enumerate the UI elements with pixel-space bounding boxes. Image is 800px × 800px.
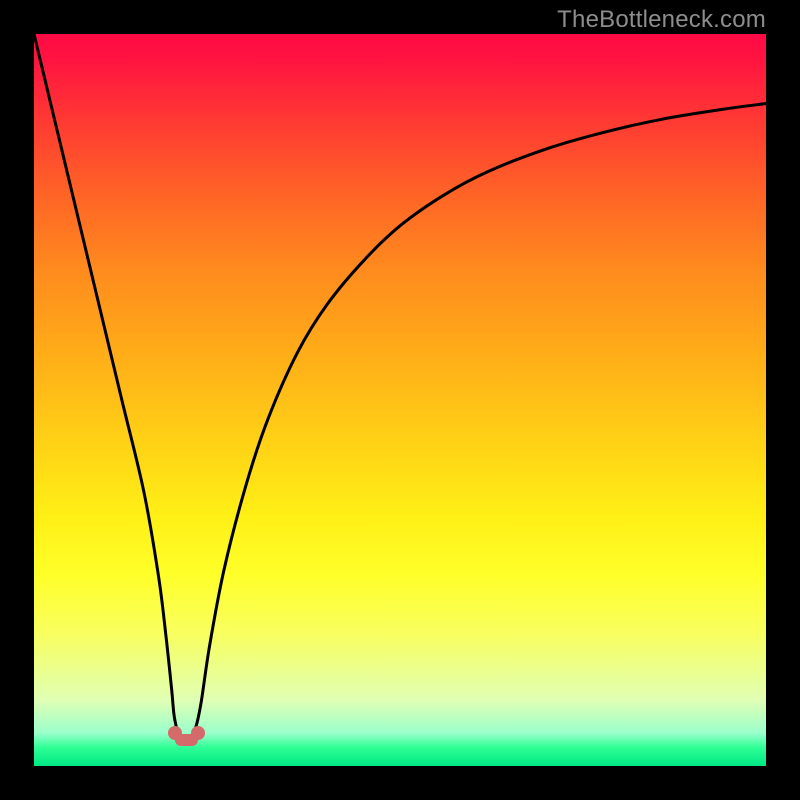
curve-svg	[34, 34, 766, 766]
watermark-text: TheBottleneck.com	[557, 6, 766, 34]
marker-connector	[175, 734, 198, 746]
bottleneck-curve	[34, 34, 766, 741]
